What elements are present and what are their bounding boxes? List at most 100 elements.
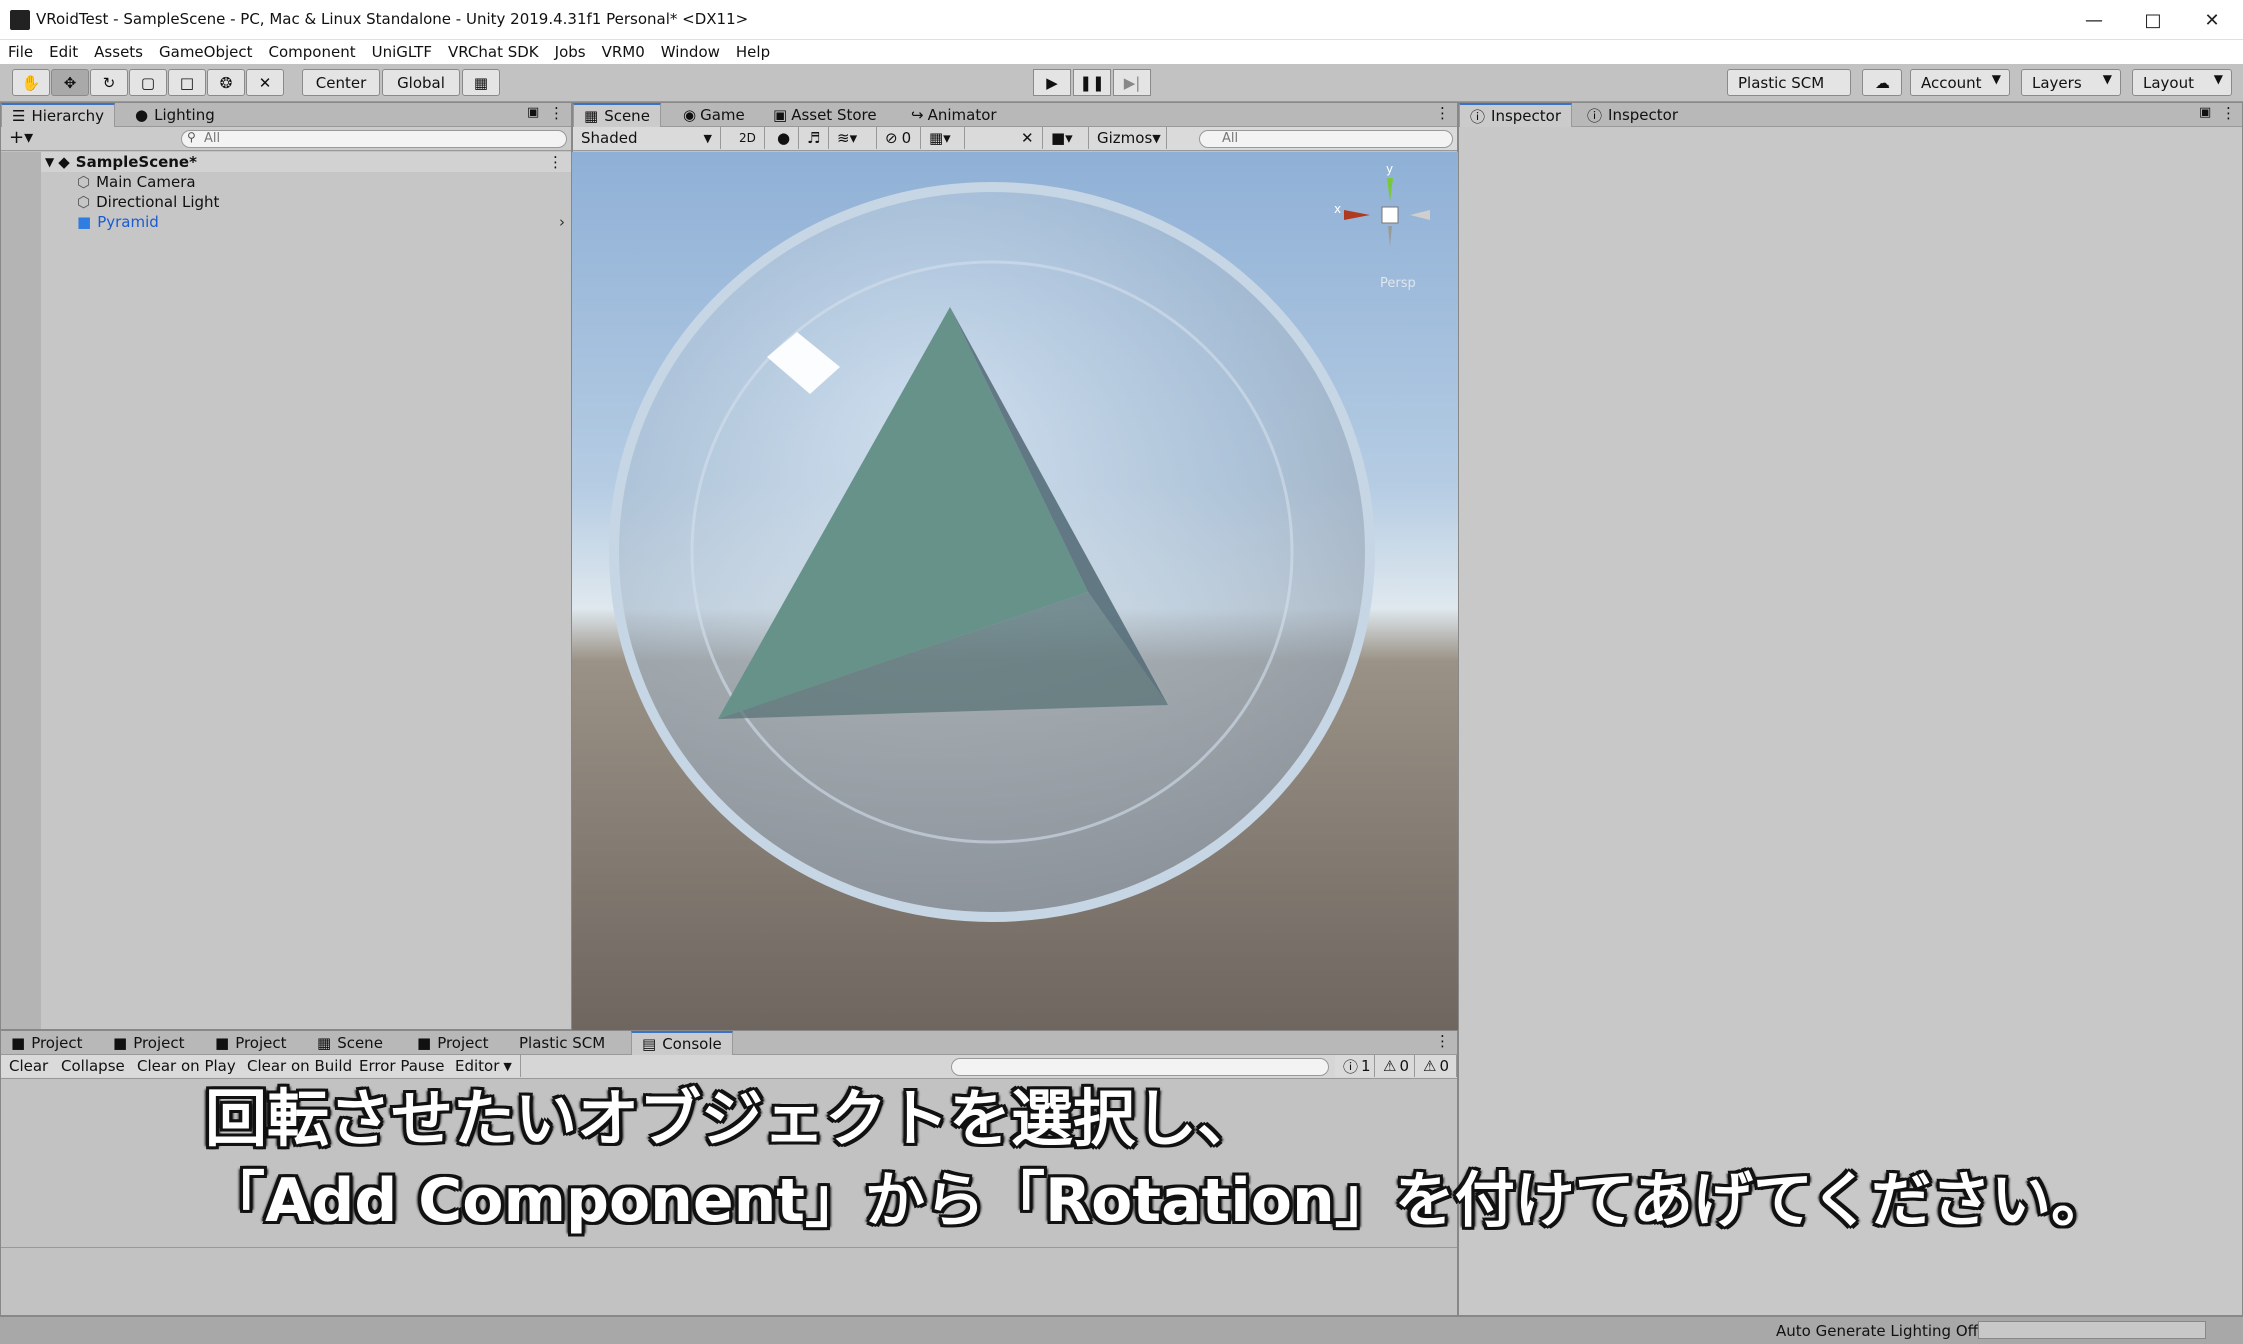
menu-window[interactable]: Window: [661, 43, 720, 61]
audio-toggle-icon[interactable]: ♬: [799, 127, 829, 149]
chevron-down-icon: ▼: [1991, 72, 2001, 86]
more-options-icon[interactable]: ⋮: [548, 153, 563, 171]
lock-icon[interactable]: ▣: [2199, 105, 2211, 120]
hierarchy-item-label: Pyramid: [97, 213, 159, 231]
close-icon[interactable]: ✕: [2190, 4, 2234, 36]
hierarchy-item-selected[interactable]: ■ Pyramid ›: [41, 212, 571, 232]
menu-vrchat-sdk[interactable]: VRChat SDK: [448, 43, 539, 61]
lighting-toggle-icon[interactable]: ●: [769, 127, 799, 149]
scene-row[interactable]: ▼ ◆ SampleScene* ⋮: [41, 152, 571, 172]
menu-file[interactable]: File: [8, 43, 33, 61]
maximize-icon[interactable]: □: [2131, 4, 2175, 36]
menu-jobs[interactable]: Jobs: [555, 43, 586, 61]
scene-viewport[interactable]: y x Persp: [572, 152, 1458, 1030]
tools-icon[interactable]: ✕: [1013, 127, 1043, 149]
tab-console[interactable]: ▤ Console: [631, 1031, 733, 1055]
log-filter-toggle[interactable]: ⓘ 1: [1335, 1055, 1375, 1077]
tab-project-3[interactable]: ■ Project: [205, 1031, 297, 1055]
chevron-right-icon[interactable]: ›: [559, 213, 565, 231]
menu-assets[interactable]: Assets: [94, 43, 143, 61]
warning-filter-toggle[interactable]: ⚠ 0: [1375, 1055, 1415, 1077]
cloud-icon[interactable]: ☁: [1862, 69, 1902, 96]
scene-search-input[interactable]: All: [1199, 130, 1453, 148]
tab-asset-store[interactable]: ▣ Asset Store: [763, 103, 887, 127]
tab-scene-2[interactable]: ▦ Scene: [307, 1031, 393, 1055]
tab-game-label: Game: [700, 106, 745, 124]
persp-label[interactable]: Persp: [1380, 276, 1416, 291]
tab-scene-label: Scene: [604, 107, 650, 125]
title-bar: VRoidTest - SampleScene - PC, Mac & Linu…: [0, 0, 2243, 40]
effects-toggle-icon[interactable]: ≋▾: [829, 127, 877, 149]
camera-icon[interactable]: ■▾: [1043, 127, 1089, 149]
hierarchy-subbar: +▾ All ⚲: [1, 127, 571, 151]
tab-project-2[interactable]: ■ Project: [103, 1031, 195, 1055]
axis-y-label: y: [1386, 162, 1394, 176]
tab-scene[interactable]: ▦ Scene: [573, 103, 661, 127]
more-options-icon[interactable]: ⋮: [1435, 1032, 1450, 1050]
list-icon: ☰: [12, 107, 26, 125]
2d-toggle[interactable]: 2D: [731, 127, 765, 149]
hidden-objects-icon[interactable]: ⊘ 0: [877, 127, 921, 149]
step-button[interactable]: ▶|: [1113, 69, 1151, 96]
chevron-down-icon: ▼: [1152, 131, 1161, 145]
tab-scene-label: Scene: [337, 1034, 383, 1052]
scene-orientation-gizmo[interactable]: y x Persp: [1330, 158, 1450, 298]
minimize-icon[interactable]: —: [2072, 4, 2116, 36]
tab-animator[interactable]: ↪ Animator: [901, 103, 1007, 127]
add-icon[interactable]: +▾: [9, 127, 33, 148]
error-filter-toggle[interactable]: ⚠ 0: [1415, 1055, 1457, 1077]
account-dropdown[interactable]: Account ▼: [1910, 69, 2010, 96]
tab-inspector[interactable]: ⓘ Inspector: [1459, 103, 1572, 127]
tab-plastic-scm[interactable]: Plastic SCM: [509, 1031, 615, 1055]
custom-tool-icon[interactable]: ✕: [246, 69, 284, 96]
more-options-icon[interactable]: ⋮: [549, 104, 564, 122]
menu-component[interactable]: Component: [269, 43, 356, 61]
hierarchy-tabbar: ☰ Hierarchy ● Lighting ▣ ⋮: [1, 103, 571, 127]
rotate-tool-icon[interactable]: ↻: [90, 69, 128, 96]
tab-lighting[interactable]: ● Lighting: [125, 103, 225, 127]
lock-icon[interactable]: ▣: [527, 105, 539, 120]
menu-unigltf[interactable]: UniGLTF: [372, 43, 432, 61]
console-icon: ▤: [642, 1035, 657, 1053]
collapse-button[interactable]: Collapse: [53, 1055, 134, 1077]
collapse-label: Collapse: [61, 1057, 125, 1075]
tab-hierarchy[interactable]: ☰ Hierarchy: [1, 103, 115, 127]
hierarchy-search-input[interactable]: All: [181, 130, 567, 148]
hand-tool-icon[interactable]: ✋: [12, 69, 50, 96]
tab-project-4[interactable]: ■ Project: [407, 1031, 499, 1055]
layout-label: Layout: [2143, 73, 2194, 92]
expand-arrow-icon[interactable]: ▼: [45, 155, 54, 169]
animator-icon: ↪: [911, 106, 924, 124]
grid-snap-icon[interactable]: ▦: [462, 69, 500, 96]
gizmos-dropdown[interactable]: Gizmos ▼: [1089, 127, 1167, 149]
hierarchy-item[interactable]: ⬡ Directional Light: [41, 192, 571, 212]
scale-tool-icon[interactable]: ▢: [129, 69, 167, 96]
menu-help[interactable]: Help: [736, 43, 770, 61]
hierarchy-item[interactable]: ⬡ Main Camera: [41, 172, 571, 192]
chevron-down-icon: ▼: [2213, 72, 2223, 86]
pause-button[interactable]: ❚❚: [1073, 69, 1111, 96]
play-button[interactable]: ▶: [1033, 69, 1071, 96]
pivot-global-button[interactable]: Global: [382, 69, 460, 96]
tab-project-1[interactable]: ■ Project: [1, 1031, 93, 1055]
unity-logo-icon: [10, 10, 30, 30]
rect-tool-icon[interactable]: □: [168, 69, 206, 96]
menu-edit[interactable]: Edit: [49, 43, 78, 61]
hierarchy-item-label: Main Camera: [96, 173, 196, 191]
more-options-icon[interactable]: ⋮: [1435, 104, 1450, 122]
clear-button[interactable]: Clear: [1, 1055, 58, 1077]
scene-toolbar: Shaded ▼ 2D ● ♬ ≋▾ ⊘ 0 ▦▾ ✕ ■▾ Gizmos ▼ All: [573, 127, 1457, 151]
transform-tool-icon[interactable]: ❂: [207, 69, 245, 96]
menu-gameobject[interactable]: GameObject: [159, 43, 253, 61]
tab-game[interactable]: ◉ Game: [673, 103, 755, 127]
shading-mode-dropdown[interactable]: Shaded ▼: [573, 127, 721, 149]
tab-inspector-2[interactable]: ⓘ Inspector: [1577, 103, 1688, 127]
more-options-icon[interactable]: ⋮: [2221, 104, 2236, 122]
layers-dropdown[interactable]: Layers ▼: [2021, 69, 2121, 96]
pivot-center-button[interactable]: Center: [302, 69, 380, 96]
grid-toggle-icon[interactable]: ▦▾: [921, 127, 965, 149]
plastic-scm-button[interactable]: Plastic SCM: [1727, 69, 1851, 96]
menu-vrm0[interactable]: VRM0: [602, 43, 645, 61]
move-tool-icon[interactable]: ✥: [51, 69, 89, 96]
layout-dropdown[interactable]: Layout ▼: [2132, 69, 2232, 96]
